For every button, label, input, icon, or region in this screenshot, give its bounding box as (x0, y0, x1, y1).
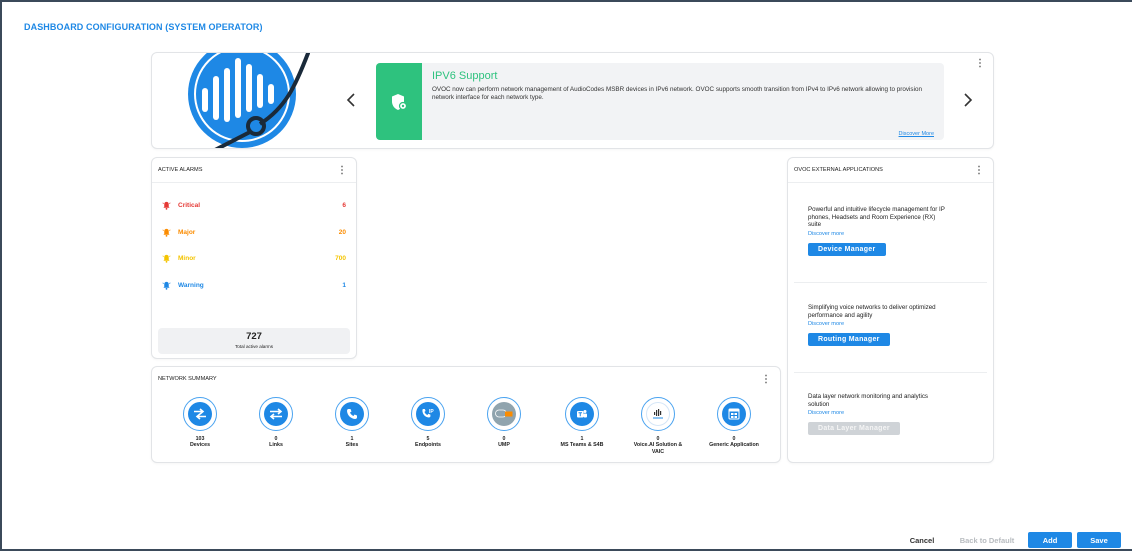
routing-manager-button[interactable]: Routing Manager (808, 333, 890, 346)
back-to-default-button: Back to Default (959, 535, 1015, 545)
chevron-right-icon[interactable] (963, 91, 973, 111)
bell-icon (162, 228, 174, 237)
external-apps-widget: OVOC EXTERNAL APPLICATIONS ⋮ Powerful an… (787, 157, 994, 463)
add-button[interactable]: Add (1028, 532, 1072, 548)
ext-app-routing-manager: Simplifying voice networks to deliver op… (808, 304, 983, 346)
alarm-count: 1 (342, 281, 346, 289)
bell-icon (162, 281, 174, 290)
alarm-label: Warning (178, 281, 204, 289)
net-label: Devices (189, 442, 211, 448)
active-alarms-widget: ACTIVE ALARMS ⋮ Critical 6 Major 20 Mino… (151, 157, 357, 359)
net-item-links[interactable]: 0 Links (246, 397, 306, 449)
generic-app-icon (722, 402, 746, 426)
sites-icon (340, 402, 364, 426)
active-alarms-title: ACTIVE ALARMS (158, 167, 203, 173)
divider (152, 182, 356, 183)
net-item-devices[interactable]: 103 Devices (170, 397, 230, 449)
ms-teams-icon (570, 402, 594, 426)
alarm-label: Critical (178, 201, 201, 209)
more-options-icon[interactable]: ⋮ (761, 375, 771, 385)
net-item-ump[interactable]: 0 UMP (474, 397, 534, 449)
ext-app-device-manager: Powerful and intuitive lifecycle managem… (808, 206, 983, 256)
alarm-label: Major (178, 228, 196, 236)
network-summary-widget: NETWORK SUMMARY ⋮ 103 Devices 0 Links 1 … (151, 366, 781, 463)
ump-icon (492, 402, 516, 426)
alarm-row-minor[interactable]: Minor 700 (162, 252, 346, 264)
alarm-label: Minor (178, 254, 196, 262)
more-options-icon[interactable]: ⋮ (975, 59, 985, 69)
bell-icon (162, 254, 174, 263)
net-item-ms-teams[interactable]: 1 MS Teams & S4B (552, 397, 612, 449)
alarm-row-warning[interactable]: Warning 1 (162, 279, 346, 291)
total-alarms-box: 727 Total active alarms (158, 328, 350, 354)
alarm-count: 20 (338, 228, 346, 236)
net-label: Generic Application (709, 442, 759, 448)
ext-app-description: Data layer network monitoring and analyt… (808, 393, 929, 408)
data-layer-manager-button: Data Layer Manager (808, 422, 900, 435)
shield-gear-icon (376, 63, 422, 140)
discover-more-link[interactable]: Discover More (899, 131, 934, 137)
alarm-row-critical[interactable]: Critical 6 (162, 199, 346, 211)
links-icon (264, 402, 288, 426)
discover-more-link[interactable]: Discover more (808, 321, 983, 327)
device-manager-button[interactable]: Device Manager (808, 242, 886, 256)
ext-app-description: Simplifying voice networks to deliver op… (808, 304, 936, 319)
voice-ai-icon (646, 402, 670, 426)
divider (794, 372, 987, 373)
net-label: Sites (345, 442, 359, 448)
net-item-generic-app[interactable]: 0 Generic Application (704, 397, 764, 449)
net-item-endpoints[interactable]: IP 5 Endpoints (398, 397, 458, 449)
network-summary-title: NETWORK SUMMARY (158, 376, 217, 382)
save-button[interactable]: Save (1077, 532, 1121, 548)
cancel-button[interactable]: Cancel (903, 532, 941, 548)
alarm-count: 6 (342, 201, 346, 209)
news-text: OVOC now can perform network management … (432, 86, 922, 101)
net-label: MS Teams & S4B (560, 442, 604, 448)
more-options-icon[interactable]: ⋮ (974, 166, 984, 176)
alarm-row-major[interactable]: Major 20 (162, 226, 346, 238)
discover-more-link[interactable]: Discover more (808, 410, 983, 416)
divider (788, 182, 993, 183)
external-apps-title: OVOC EXTERNAL APPLICATIONS (794, 167, 883, 173)
alarm-count: 700 (335, 254, 346, 262)
net-item-voice-ai[interactable]: 0 Voice.AI Solution & VAIC (628, 397, 688, 455)
net-label: Endpoints (415, 442, 441, 448)
more-options-icon[interactable]: ⋮ (337, 166, 347, 176)
total-alarms-label: Total active alarms (234, 344, 274, 349)
news-banner-widget: IPV6 Support OVOC now can perform networ… (151, 52, 994, 149)
svg-text:IP: IP (429, 409, 434, 415)
news-slide: IPV6 Support OVOC now can perform networ… (376, 63, 944, 140)
page-title: DASHBOARD CONFIGURATION (SYSTEM OPERATOR… (24, 22, 263, 32)
total-alarms-count: 727 (246, 331, 262, 342)
news-title: IPV6 Support (432, 70, 498, 82)
ovoc-logo (180, 53, 311, 148)
devices-icon (188, 402, 212, 426)
divider (794, 282, 987, 283)
ext-app-data-layer-manager: Data layer network monitoring and analyt… (808, 393, 983, 435)
ext-app-description: Powerful and intuitive lifecycle managem… (808, 206, 945, 228)
bell-icon (162, 201, 174, 210)
endpoints-icon: IP (416, 402, 440, 426)
discover-more-link[interactable]: Discover more (808, 231, 983, 237)
net-label: Links (269, 442, 283, 448)
net-label: Voice.AI Solution & VAIC (633, 442, 683, 455)
chevron-left-icon[interactable] (346, 91, 356, 111)
net-item-sites[interactable]: 1 Sites (322, 397, 382, 449)
net-label: UMP (498, 442, 510, 448)
